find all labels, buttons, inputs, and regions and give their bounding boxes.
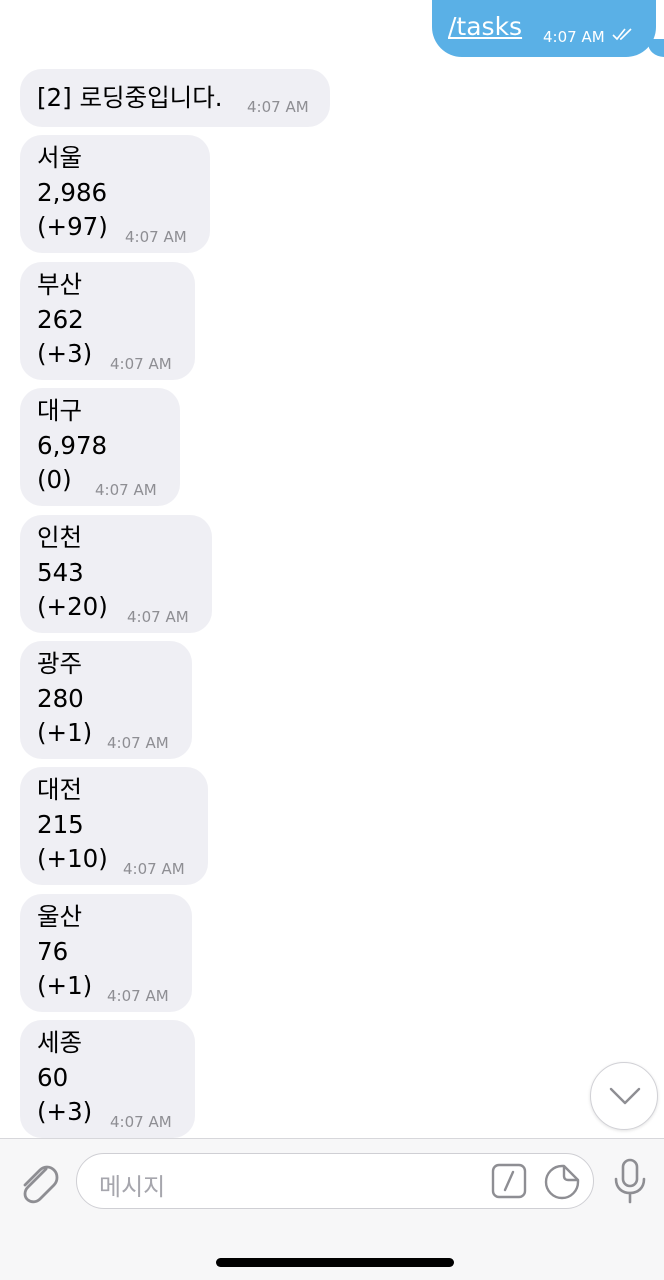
incoming-message[interactable]: [2] 로딩중입니다. 4:07 AM xyxy=(20,69,330,127)
outgoing-message[interactable]: /tasks 4:07 AM xyxy=(432,0,664,57)
sticker-icon[interactable] xyxy=(543,1163,581,1201)
scroll-down-button[interactable] xyxy=(590,1062,658,1130)
region-name: 부산 xyxy=(37,270,83,299)
region-change: (+10) xyxy=(37,844,108,873)
region-total: 543 xyxy=(37,558,84,587)
double-check-icon xyxy=(612,28,632,41)
region-total: 2,986 xyxy=(37,178,108,207)
region-name: 세종 xyxy=(37,1028,83,1057)
region-total: 215 xyxy=(37,810,84,839)
region-message-busan[interactable]: 부산 262 (+3) 4:07 AM xyxy=(20,262,195,380)
microphone-icon[interactable] xyxy=(612,1157,648,1205)
region-message-sejong[interactable]: 세종 60 (+3) 4:07 AM xyxy=(20,1020,195,1138)
command-link[interactable]: /tasks xyxy=(448,12,522,41)
region-message-daegu[interactable]: 대구 6,978 (0) 4:07 AM xyxy=(20,388,180,506)
message-composer: 메시지 xyxy=(0,1138,664,1280)
message-time: 4:07 AM xyxy=(107,987,169,1005)
region-name: 인천 xyxy=(37,523,83,552)
message-time: 4:07 AM xyxy=(127,608,189,626)
region-message-daejeon[interactable]: 대전 215 (+10) 4:07 AM xyxy=(20,767,208,885)
message-time: 4:07 AM xyxy=(123,860,185,878)
region-change: (+1) xyxy=(37,971,93,1000)
message-time: 4:07 AM xyxy=(247,98,309,116)
region-change: (+3) xyxy=(37,339,93,368)
region-total: 280 xyxy=(37,684,84,713)
message-placeholder: 메시지 xyxy=(99,1173,166,1201)
chat-screen: /tasks 4:07 AM [2] 로딩중입니다. 4:07 AM 서울 2,… xyxy=(0,0,664,1280)
region-total: 76 xyxy=(37,937,69,966)
message-time: 4:07 AM xyxy=(107,734,169,752)
paperclip-icon[interactable] xyxy=(16,1157,60,1205)
region-change: (+1) xyxy=(37,718,93,747)
region-change: (+97) xyxy=(37,212,108,241)
region-total: 6,978 xyxy=(37,431,108,460)
slash-command-icon[interactable] xyxy=(491,1163,527,1199)
region-total: 60 xyxy=(37,1063,69,1092)
region-change: (+20) xyxy=(37,592,108,621)
message-time: 4:07 AM xyxy=(95,481,157,499)
message-input[interactable]: 메시지 xyxy=(76,1153,594,1209)
region-message-gwangju[interactable]: 광주 280 (+1) 4:07 AM xyxy=(20,641,192,759)
message-time: 4:07 AM xyxy=(125,228,187,246)
region-name: 대전 xyxy=(37,775,83,804)
message-text: [2] 로딩중입니다. xyxy=(37,83,223,112)
region-name: 울산 xyxy=(37,902,83,931)
home-indicator[interactable] xyxy=(216,1258,454,1267)
region-message-incheon[interactable]: 인천 543 (+20) 4:07 AM xyxy=(20,515,212,633)
region-name: 광주 xyxy=(37,649,83,678)
message-time: 4:07 AM xyxy=(110,1113,172,1131)
message-time: 4:07 AM xyxy=(543,28,605,46)
message-time: 4:07 AM xyxy=(110,355,172,373)
region-name: 대구 xyxy=(37,396,83,425)
region-change: (0) xyxy=(37,465,72,494)
region-total: 262 xyxy=(37,305,84,334)
region-change: (+3) xyxy=(37,1097,93,1126)
region-name: 서울 xyxy=(37,143,83,172)
region-message-ulsan[interactable]: 울산 76 (+1) 4:07 AM xyxy=(20,894,192,1012)
region-message-seoul[interactable]: 서울 2,986 (+97) 4:07 AM xyxy=(20,135,210,253)
chevron-down-icon xyxy=(609,1087,641,1105)
